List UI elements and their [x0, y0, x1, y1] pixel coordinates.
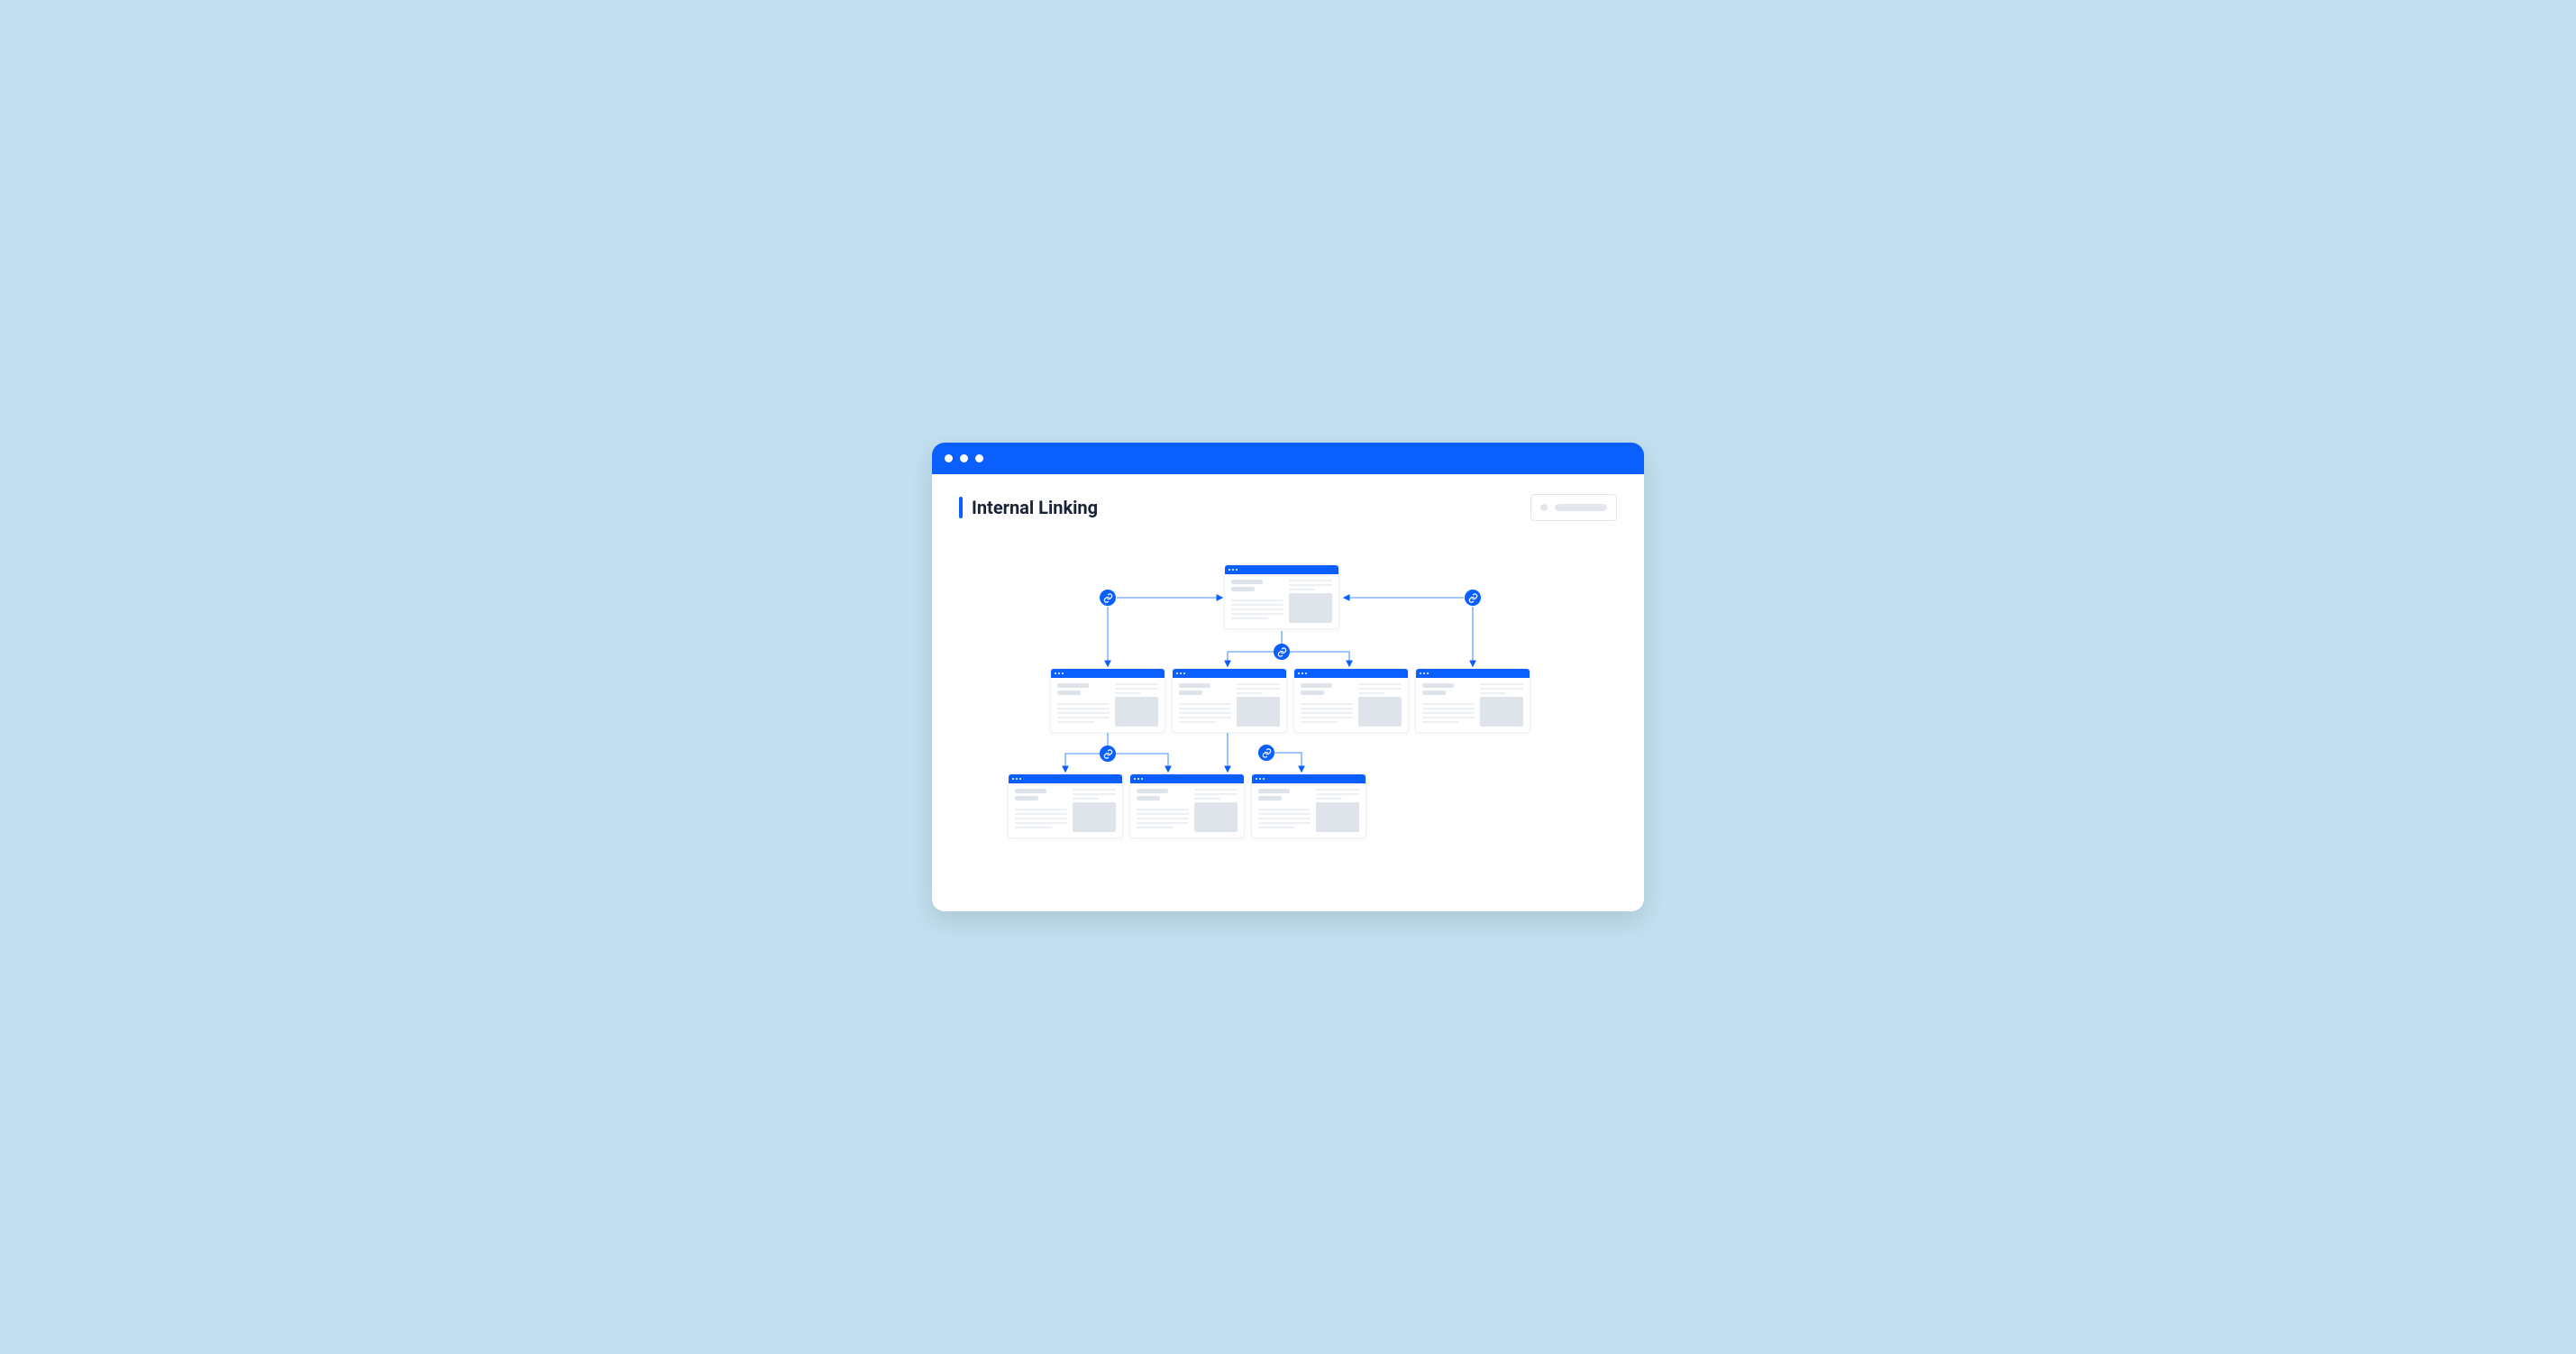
page-node-root — [1224, 564, 1339, 629]
page-header: Internal Linking — [932, 474, 1644, 530]
window-dot-icon — [975, 454, 983, 462]
header-placeholder-button[interactable] — [1530, 494, 1617, 521]
connector — [1290, 652, 1349, 666]
connector — [1065, 754, 1100, 772]
browser-window: Internal Linking — [932, 443, 1644, 911]
page-node-grandchild — [1008, 773, 1123, 838]
link-icon — [1274, 644, 1290, 660]
diagram-area — [932, 530, 1644, 911]
page-title-wrap: Internal Linking — [959, 497, 1098, 518]
link-icon — [1100, 746, 1116, 762]
page-node-child — [1050, 668, 1165, 733]
title-accent-bar — [959, 497, 963, 518]
page-node-child — [1415, 668, 1530, 733]
page-node-grandchild — [1251, 773, 1366, 838]
page-node-grandchild — [1129, 773, 1245, 838]
placeholder-dot-icon — [1540, 504, 1548, 511]
page-node-child — [1172, 668, 1287, 733]
link-icon — [1258, 745, 1274, 761]
connector — [1116, 754, 1168, 772]
link-icon — [1465, 590, 1481, 606]
window-dot-icon — [960, 454, 968, 462]
connector — [1228, 652, 1274, 666]
page-title: Internal Linking — [972, 497, 1098, 518]
page-node-child — [1293, 668, 1409, 733]
window-title-bar — [932, 443, 1644, 474]
link-icon — [1100, 590, 1116, 606]
window-dot-icon — [945, 454, 953, 462]
placeholder-bar — [1555, 504, 1607, 511]
